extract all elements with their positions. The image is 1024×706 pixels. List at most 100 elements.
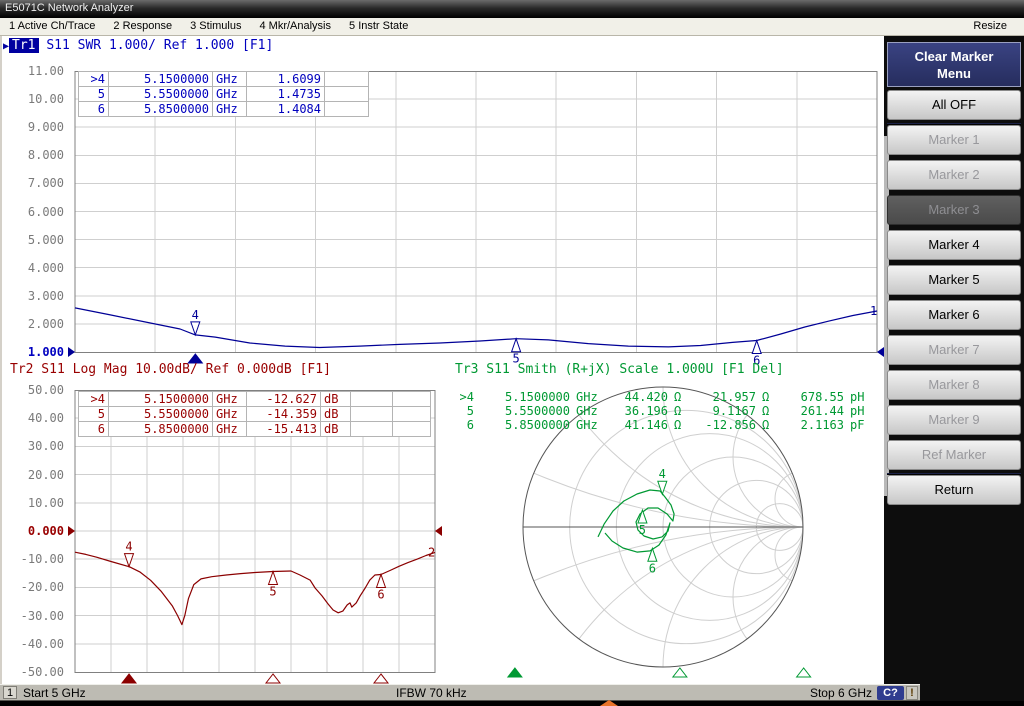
marker-row: 65.8500000GHz41.146Ω-12.856Ω2.1163pF bbox=[455, 418, 871, 432]
softkey-marker-2: Marker 2 bbox=[887, 160, 1021, 190]
reference-level-arrow-icon bbox=[877, 347, 884, 357]
marker-cell: GHz bbox=[573, 404, 605, 418]
stimulus-marker-icon[interactable] bbox=[673, 668, 687, 677]
y-axis-label: -50.00 bbox=[12, 665, 64, 679]
y-axis-label: -30.00 bbox=[12, 609, 64, 623]
tr1-header-text: S11 SWR 1.000/ Ref 1.000 [F1] bbox=[46, 38, 273, 53]
marker-cell bbox=[393, 392, 431, 407]
svg-text:1: 1 bbox=[870, 304, 877, 318]
svg-text:2: 2 bbox=[428, 545, 435, 559]
marker-cell: >4 bbox=[79, 392, 109, 407]
y-axis-label: 9.000 bbox=[12, 120, 64, 134]
marker-5-glyph[interactable]: 5 bbox=[638, 510, 647, 537]
marker-cell: 21.957 bbox=[689, 390, 759, 404]
marker-cell: GHz bbox=[213, 87, 247, 102]
softkey-marker-4[interactable]: Marker 4 bbox=[887, 230, 1021, 260]
menu-resize[interactable]: Resize bbox=[964, 18, 1016, 35]
marker-4-glyph[interactable]: 4 bbox=[125, 540, 134, 567]
softkey-all-off[interactable]: All OFF bbox=[887, 90, 1021, 120]
taskbar-icon-peek bbox=[600, 700, 618, 706]
tr2-header: Tr2 S11 Log Mag 10.00dB/ Ref 0.000dB [F1… bbox=[10, 362, 331, 377]
tr3-marker-table: >45.1500000GHz44.420Ω21.957Ω678.55pH55.5… bbox=[455, 390, 871, 432]
menu-bar: 1 Active Ch/Trace2 Response3 Stimulus4 M… bbox=[0, 18, 1024, 36]
marker-cell bbox=[351, 422, 393, 437]
marker-cell: 678.55 bbox=[777, 390, 847, 404]
window-titlebar[interactable]: E5071C Network Analyzer bbox=[0, 0, 1024, 18]
y-axis-label: 7.000 bbox=[12, 176, 64, 190]
softkey-marker-8: Marker 8 bbox=[887, 370, 1021, 400]
marker-cell bbox=[351, 407, 393, 422]
status-bar: 1 Start 5 GHz IFBW 70 kHz Stop 6 GHz C? … bbox=[0, 684, 920, 701]
marker-cell: >4 bbox=[79, 72, 109, 87]
marker-cell bbox=[393, 422, 431, 437]
status-stop-frequency: Stop 6 GHz bbox=[810, 686, 872, 700]
marker-cell: dB bbox=[321, 422, 351, 437]
marker-cell: 5.8500000 bbox=[109, 422, 213, 437]
marker-cell: Ω bbox=[759, 390, 777, 404]
taskbar-strip bbox=[0, 701, 1024, 706]
marker-4-glyph[interactable]: 4 bbox=[658, 467, 667, 494]
marker-row: >45.1500000GHz44.420Ω21.957Ω678.55pH bbox=[455, 390, 871, 404]
softkey-marker-7: Marker 7 bbox=[887, 335, 1021, 365]
softkey-marker-5[interactable]: Marker 5 bbox=[887, 265, 1021, 295]
y-axis-label: 11.00 bbox=[12, 64, 64, 78]
reference-level-arrow-icon bbox=[435, 526, 442, 536]
marker-cell: Ω bbox=[759, 418, 777, 432]
marker-cell: Ω bbox=[759, 404, 777, 418]
tr1-header: ▶Tr1 S11 SWR 1.000/ Ref 1.000 [F1] bbox=[3, 38, 273, 53]
stimulus-marker-icon[interactable] bbox=[266, 674, 280, 683]
marker-cell: 5.1500000 bbox=[109, 392, 213, 407]
tr1-badge[interactable]: Tr1 bbox=[9, 38, 38, 53]
softkey-return[interactable]: Return bbox=[887, 475, 1021, 505]
svg-text:6: 6 bbox=[377, 587, 384, 601]
svg-text:6: 6 bbox=[649, 561, 656, 575]
marker-4-glyph[interactable]: 4 bbox=[191, 308, 200, 335]
stimulus-marker-icon[interactable] bbox=[374, 674, 388, 683]
marker-cell: -12.856 bbox=[689, 418, 759, 432]
menu-item-active-ch-trace[interactable]: 1 Active Ch/Trace bbox=[0, 18, 104, 35]
marker-row: >45.1500000GHz-12.627dB bbox=[79, 392, 431, 407]
y-axis-label: -40.00 bbox=[12, 637, 64, 651]
marker-cell bbox=[325, 87, 369, 102]
svg-text:4: 4 bbox=[659, 467, 666, 481]
marker-cell: GHz bbox=[213, 422, 247, 437]
marker-cell: pH bbox=[847, 404, 871, 418]
marker-5-glyph[interactable]: 5 bbox=[269, 571, 278, 598]
marker-cell: 5.8500000 bbox=[109, 102, 213, 117]
tr3-header: Tr3 S11 Smith (R+jX) Scale 1.000U [F1 De… bbox=[455, 362, 784, 377]
softkey-marker-6[interactable]: Marker 6 bbox=[887, 300, 1021, 330]
menu-item-stimulus[interactable]: 3 Stimulus bbox=[181, 18, 250, 35]
softkey-menu-title-line2: Menu bbox=[888, 65, 1020, 82]
stimulus-marker-icon[interactable] bbox=[122, 674, 136, 683]
y-axis-label: 2.000 bbox=[12, 317, 64, 331]
marker-cell: 5.5500000 bbox=[109, 87, 213, 102]
marker-6-glyph[interactable]: 6 bbox=[648, 548, 657, 575]
reference-level-arrow-icon bbox=[68, 526, 75, 536]
marker-cell: 261.44 bbox=[777, 404, 847, 418]
softkey-marker-1: Marker 1 bbox=[887, 125, 1021, 155]
stimulus-marker-icon[interactable] bbox=[508, 668, 522, 677]
marker-cell: pH bbox=[847, 390, 871, 404]
marker-row: 55.5500000GHz-14.359dB bbox=[79, 407, 431, 422]
marker-cell: GHz bbox=[573, 418, 605, 432]
menu-item-mkr-analysis[interactable]: 4 Mkr/Analysis bbox=[250, 18, 340, 35]
y-axis-label: -20.00 bbox=[12, 580, 64, 594]
window-title: E5071C Network Analyzer bbox=[5, 2, 133, 14]
y-axis-label: 10.00 bbox=[12, 92, 64, 106]
marker-cell: Ω bbox=[671, 404, 689, 418]
y-axis-label: 4.000 bbox=[12, 261, 64, 275]
y-axis-label: 0.000 bbox=[12, 524, 64, 538]
marker-cell: 1.4084 bbox=[247, 102, 325, 117]
menu-item-instr-state[interactable]: 5 Instr State bbox=[340, 18, 417, 35]
marker-cell: GHz bbox=[213, 392, 247, 407]
stimulus-marker-icon[interactable] bbox=[797, 668, 811, 677]
y-axis-label: 6.000 bbox=[12, 205, 64, 219]
softkey-marker-3[interactable]: Marker 3 bbox=[887, 195, 1021, 225]
status-alert-box: ! bbox=[906, 686, 918, 700]
marker-row: 65.8500000GHz1.4084 bbox=[79, 102, 369, 117]
y-axis-label: 10.00 bbox=[12, 496, 64, 510]
menu-item-response[interactable]: 2 Response bbox=[104, 18, 181, 35]
svg-text:4: 4 bbox=[192, 308, 199, 322]
marker-6-glyph[interactable]: 6 bbox=[377, 574, 386, 601]
marker-cell: 5 bbox=[79, 407, 109, 422]
